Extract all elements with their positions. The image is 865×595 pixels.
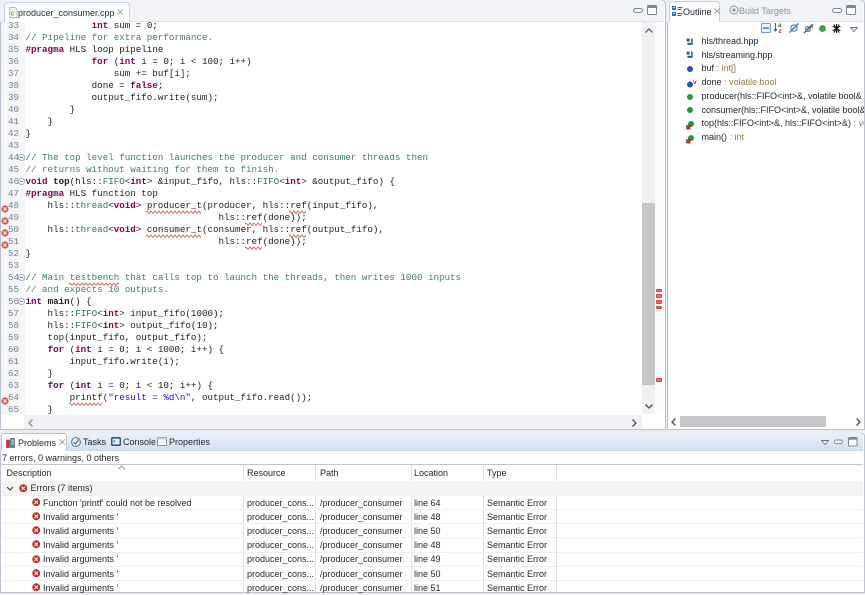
svg-text:c: c	[11, 11, 15, 18]
svg-text:z: z	[779, 28, 783, 34]
svg-text:v: v	[693, 79, 697, 86]
